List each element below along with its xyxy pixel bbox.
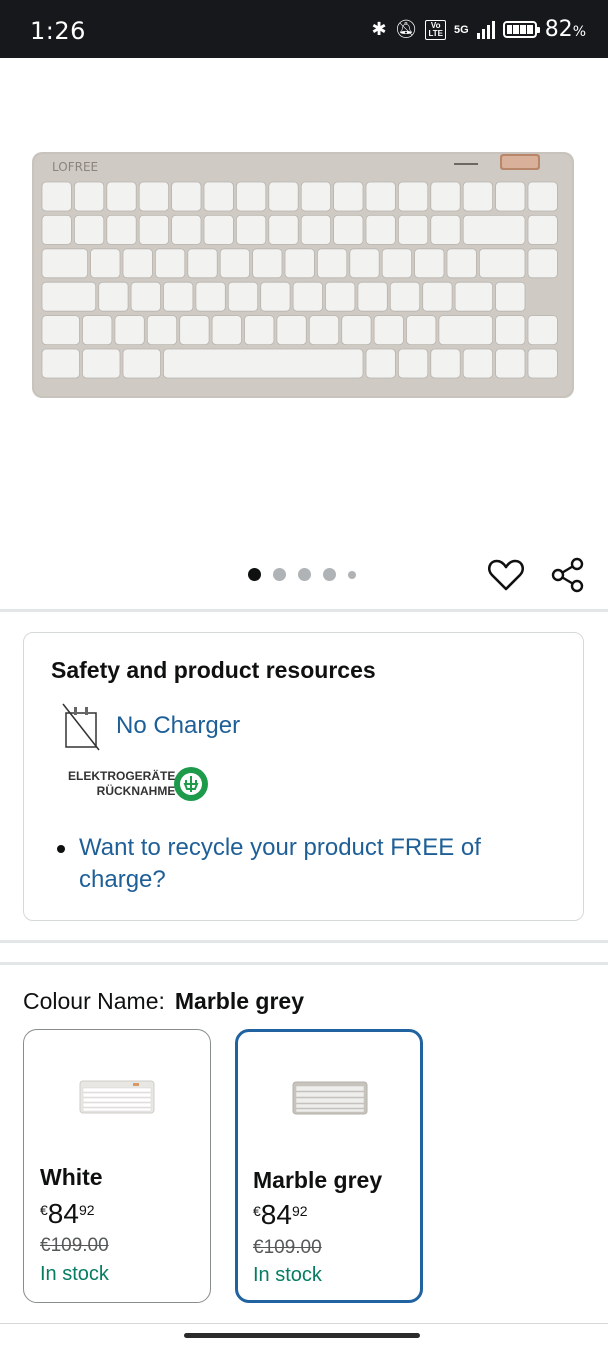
- swatch-price: €8492: [40, 1198, 95, 1229]
- recycle-link[interactable]: Want to recycle your product FREE of cha…: [79, 832, 529, 896]
- divider: [0, 609, 608, 612]
- safety-resources-card: Safety and product resources No Charger …: [23, 632, 584, 921]
- carousel-dot[interactable]: [273, 568, 286, 581]
- bullet: [57, 845, 65, 853]
- mute-icon: 🔕︎: [394, 19, 418, 40]
- battery-percent: 82%: [544, 17, 586, 42]
- volte-icon: Vo LTE: [425, 19, 446, 40]
- status-bar: 1:26 ✱ 🔕︎ Vo LTE 5G 82%: [0, 0, 608, 58]
- home-indicator[interactable]: [184, 1333, 420, 1338]
- share-icon: [551, 557, 584, 593]
- carousel-dot[interactable]: [248, 568, 261, 581]
- status-icons: ✱ 🔕︎ Vo LTE 5G 82%: [372, 17, 586, 42]
- bluetooth-icon: ✱: [371, 19, 387, 40]
- card-title: Safety and product resources: [51, 657, 376, 683]
- battery-icon: [502, 21, 540, 38]
- no-charger-icon: [62, 703, 100, 751]
- swatch-thumbnail: [292, 1081, 368, 1115]
- carousel-dot[interactable]: [348, 570, 356, 579]
- network-type: 5G: [454, 23, 469, 36]
- colour-option-marble-grey[interactable]: Marble grey €8492 €109.00 In stock: [235, 1029, 423, 1303]
- colour-option-white[interactable]: White €8492 €109.00 In stock: [23, 1029, 211, 1303]
- swatch-price: €8492: [253, 1199, 308, 1230]
- weee-logo-text: ELEKTROGERÄTE RÜCKNAHME: [68, 769, 176, 798]
- divider: [0, 940, 608, 943]
- carousel-dots[interactable]: [248, 568, 356, 581]
- swatch-old-price: €109.00: [40, 1235, 109, 1256]
- keyboard-image: LOFREE: [32, 152, 574, 398]
- selected-colour: Marble grey: [174, 988, 304, 1014]
- swatch-stock: In stock: [40, 1263, 109, 1285]
- no-charger-link[interactable]: No Charger: [116, 712, 240, 740]
- carousel-dot[interactable]: [298, 568, 311, 581]
- brand-label: LOFREE: [52, 160, 98, 174]
- swatch-thumbnail: [79, 1080, 155, 1114]
- share-button[interactable]: [549, 556, 587, 594]
- signal-icon: [476, 20, 495, 39]
- status-time: 1:26: [30, 17, 86, 45]
- wishlist-button[interactable]: [487, 556, 525, 594]
- divider: [0, 962, 608, 965]
- divider: [0, 1323, 608, 1324]
- heart-icon: [487, 559, 525, 591]
- recycle-plug-icon: [174, 767, 208, 801]
- swatch-name: White: [40, 1164, 103, 1190]
- product-image[interactable]: LOFREE: [30, 150, 576, 400]
- colour-label: Colour Name: Marble grey: [23, 988, 304, 1014]
- carousel-dot[interactable]: [323, 568, 336, 581]
- swatch-stock: In stock: [253, 1264, 322, 1286]
- swatch-old-price: €109.00: [253, 1237, 322, 1258]
- swatch-name: Marble grey: [253, 1167, 383, 1193]
